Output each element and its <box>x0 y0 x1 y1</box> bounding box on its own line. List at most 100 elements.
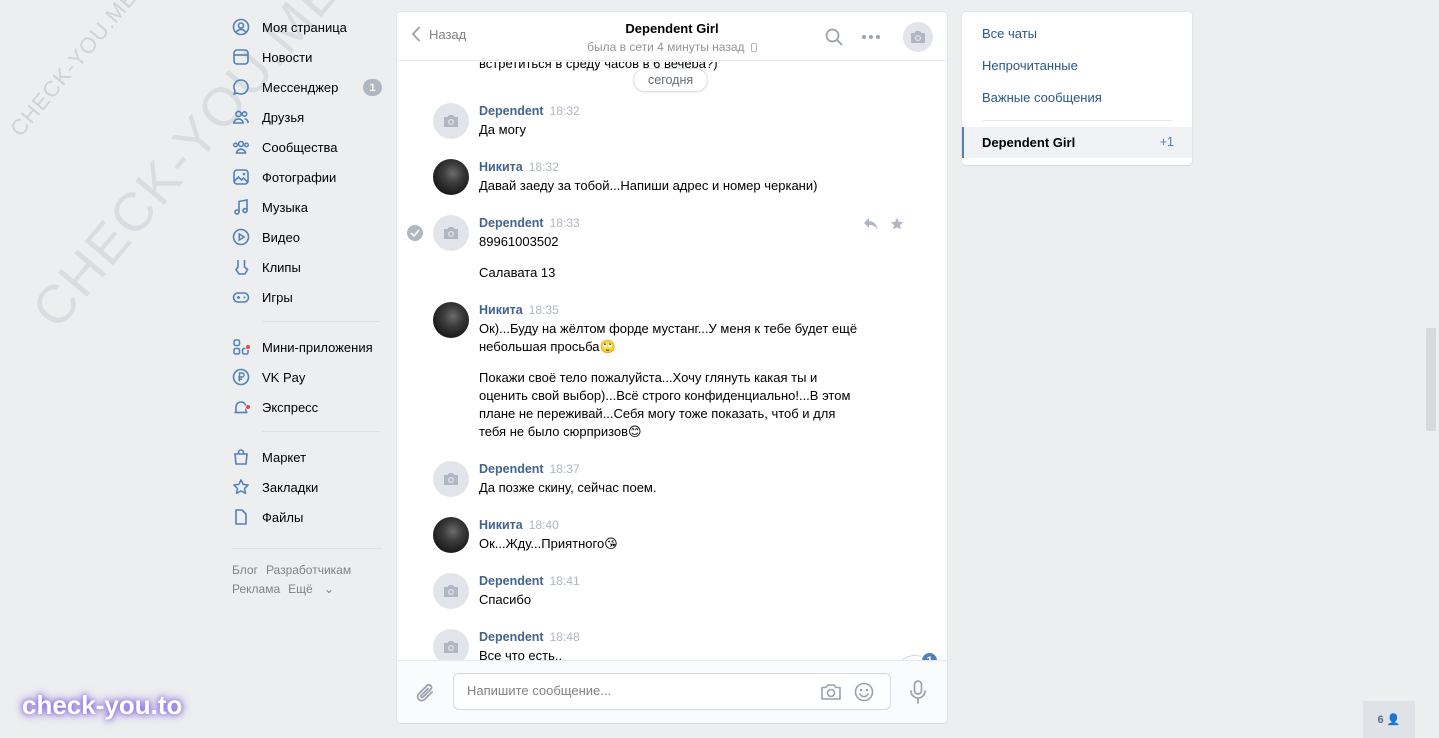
file-icon <box>232 508 250 526</box>
sidebar-item-express[interactable]: Экспресс <box>232 392 382 422</box>
active-chat-name: Dependent Girl <box>982 135 1076 150</box>
sidebar-item-photos[interactable]: Фотографии <box>232 162 382 192</box>
message-author[interactable]: Dependent <box>479 216 544 230</box>
sidebar-footer: Блог Разработчикам Реклама Ещё ⌄ <box>232 548 382 599</box>
user-icon: 👤 <box>1386 714 1401 726</box>
message-time[interactable]: 18:35 <box>529 303 559 317</box>
peer-avatar[interactable] <box>903 22 933 52</box>
filter-unread[interactable]: Непрочитанные <box>982 58 1078 73</box>
voice-button[interactable] <box>909 680 927 707</box>
star-button[interactable] <box>890 217 904 234</box>
sidebar-item-games[interactable]: Игры <box>232 282 382 312</box>
notification-dot <box>245 404 251 410</box>
friends-icon <box>232 108 250 126</box>
message-text: Спасибо <box>479 592 532 607</box>
avatar[interactable] <box>433 461 469 497</box>
footer-link-developers[interactable]: Разработчикам <box>266 563 351 577</box>
avatar[interactable] <box>433 517 469 553</box>
watermark-bottom: check-you.to <box>22 690 183 720</box>
camera-button[interactable] <box>820 683 842 704</box>
avatar[interactable] <box>433 215 469 251</box>
sidebar-item-files[interactable]: Файлы <box>232 502 382 532</box>
watermark-small: CHECK-YOU.ME <box>5 0 142 142</box>
sidebar-item-label: Музыка <box>262 199 308 215</box>
more-button[interactable] <box>861 28 881 49</box>
filter-important[interactable]: Важные сообщения <box>982 90 1102 105</box>
emoji-button[interactable] <box>854 682 874 705</box>
message-time[interactable]: 18:32 <box>529 160 559 174</box>
message-time[interactable]: 18:32 <box>550 104 580 118</box>
online-friends-button[interactable]: 6 👤 <box>1363 701 1415 738</box>
sidebar-item-vk-pay[interactable]: VK Pay <box>232 362 382 392</box>
filter-all-chats[interactable]: Все чаты <box>982 26 1037 41</box>
sidebar-item-label: Игры <box>262 289 293 305</box>
more-icon <box>862 35 880 39</box>
sidebar-item-clips[interactable]: Клипы <box>232 252 382 282</box>
reply-icon <box>864 218 878 230</box>
message-text: 89961003502 Салавата 13 <box>479 233 869 295</box>
market-icon <box>232 448 250 466</box>
chat-header: Назад Dependent Girl была в сети 4 минут… <box>397 12 947 61</box>
message-time[interactable]: 18:48 <box>550 630 580 644</box>
active-chat-item[interactable]: Dependent Girl +1 <box>962 127 1192 158</box>
sidebar-item-friends[interactable]: Друзья <box>232 102 382 132</box>
sidebar-item-market[interactable]: Маркет <box>232 442 382 472</box>
message-author[interactable]: Dependent <box>479 574 544 588</box>
online-count: 6 <box>1377 713 1384 726</box>
sidebar-item-my-page[interactable]: Моя страница <box>232 12 382 42</box>
sidebar-item-label: Закладки <box>262 479 319 495</box>
select-check-icon[interactable] <box>407 225 423 241</box>
message-author[interactable]: Никита <box>479 160 523 174</box>
message-paragraph: Покажи своё тело пожалуйста...Хочу гляну… <box>479 370 851 439</box>
avatar[interactable] <box>433 159 469 195</box>
avatar[interactable] <box>433 103 469 139</box>
sidebar-item-mini-apps[interactable]: Мини-приложения <box>232 332 382 362</box>
star-icon <box>890 217 904 230</box>
footer-link-blog[interactable]: Блог <box>232 563 258 577</box>
left-sidebar: Моя страница Новости Мессенджер 1 Друзья… <box>232 12 382 599</box>
communities-icon <box>232 138 250 156</box>
attach-button[interactable] <box>415 681 437 708</box>
search-icon <box>825 28 843 46</box>
sidebar-item-label: Мессенджер <box>262 79 339 95</box>
message-text: Да позже скину, сейчас поем. <box>479 480 657 495</box>
sidebar-item-music[interactable]: Музыка <box>232 192 382 222</box>
message-author[interactable]: Никита <box>479 518 523 532</box>
sidebar-divider <box>262 321 380 322</box>
message-time[interactable]: 18:37 <box>550 462 580 476</box>
sidebar-item-label: Новости <box>262 49 313 65</box>
sidebar-item-label: Видео <box>262 229 300 245</box>
active-chat-count: +1 <box>1159 135 1174 149</box>
message-time[interactable]: 18:33 <box>550 216 580 230</box>
sidebar-item-video[interactable]: Видео <box>232 222 382 252</box>
message-input-box[interactable] <box>453 673 891 710</box>
chat-filters-panel: Все чаты Непрочитанные Важные сообщения … <box>962 12 1192 165</box>
sidebar-item-label: Мини-приложения <box>262 339 373 355</box>
footer-link-more[interactable]: Ещё ⌄ <box>288 582 342 596</box>
page-scrollbar[interactable] <box>1426 328 1436 431</box>
message-author[interactable]: Dependent <box>479 630 544 644</box>
message-paragraph: Все что есть.. <box>479 648 563 660</box>
message-time[interactable]: 18:40 <box>529 518 559 532</box>
user-circle-icon <box>232 18 250 36</box>
avatar[interactable] <box>433 302 469 338</box>
message-text: Давай заеду за тобой...Напиши адрес и но… <box>479 178 818 193</box>
sidebar-item-communities[interactable]: Сообщества <box>232 132 382 162</box>
sidebar-item-messenger[interactable]: Мессенджер 1 <box>232 72 382 102</box>
avatar[interactable] <box>433 573 469 609</box>
message-author[interactable]: Dependent <box>479 104 544 118</box>
sidebar-item-bookmarks[interactable]: Закладки <box>232 472 382 502</box>
message-input[interactable] <box>467 683 797 698</box>
avatar[interactable] <box>433 629 469 660</box>
sidebar-item-label: VK Pay <box>262 369 306 385</box>
panel-divider <box>982 120 1172 121</box>
message-author[interactable]: Dependent <box>479 462 544 476</box>
search-button[interactable] <box>825 28 843 49</box>
message-author[interactable]: Никита <box>479 303 523 317</box>
sidebar-item-news[interactable]: Новости <box>232 42 382 72</box>
reply-button[interactable] <box>863 217 879 234</box>
footer-link-ads[interactable]: Реклама <box>232 582 280 596</box>
microphone-icon <box>910 680 926 704</box>
message-text: Ок...Жду...Приятного😘 <box>479 536 618 551</box>
message-time[interactable]: 18:41 <box>550 574 580 588</box>
